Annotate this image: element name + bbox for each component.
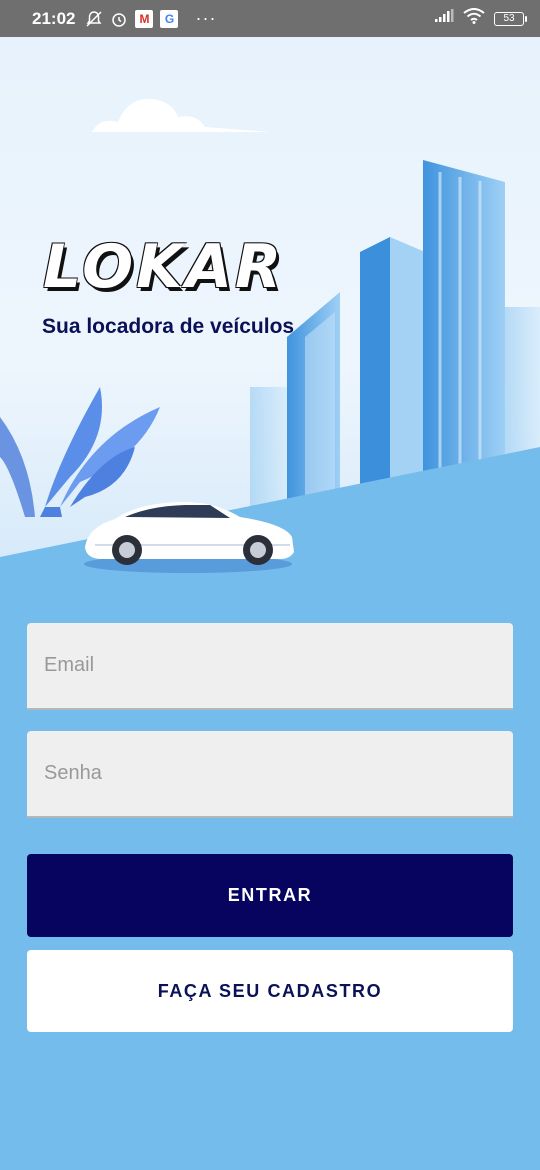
signup-button[interactable]: FAÇA SEU CADASTRO [27, 950, 513, 1032]
wifi-icon [463, 8, 485, 29]
system-icons: 53 [434, 8, 527, 29]
status-time: 21:02 [32, 8, 76, 28]
battery-level: 53 [503, 13, 515, 24]
signal-icon [434, 9, 454, 28]
google-icon: G [160, 9, 179, 28]
status-bar: 21:02 M G ··· 53 [0, 0, 540, 37]
notification-icons: M G ··· [85, 8, 216, 29]
hero-illustration: LOKAR Sua locadora de veículos [0, 37, 540, 627]
alarm-icon [110, 10, 128, 28]
password-field-container [27, 731, 513, 818]
brand-tagline: Sua locadora de veículos [42, 315, 295, 338]
email-field-container [27, 623, 513, 710]
login-button[interactable]: ENTRAR [27, 854, 513, 937]
login-button-label: ENTRAR [227, 885, 313, 905]
signup-button-label: FAÇA SEU CADASTRO [157, 980, 383, 1001]
gmail-icon: M [135, 9, 154, 28]
password-input[interactable] [27, 731, 513, 816]
email-input[interactable] [27, 623, 513, 708]
silent-icon [85, 10, 103, 28]
more-notifications-icon: ··· [195, 8, 217, 28]
battery-icon: 53 [494, 11, 527, 26]
brand-logo: LOKAR [43, 232, 285, 302]
